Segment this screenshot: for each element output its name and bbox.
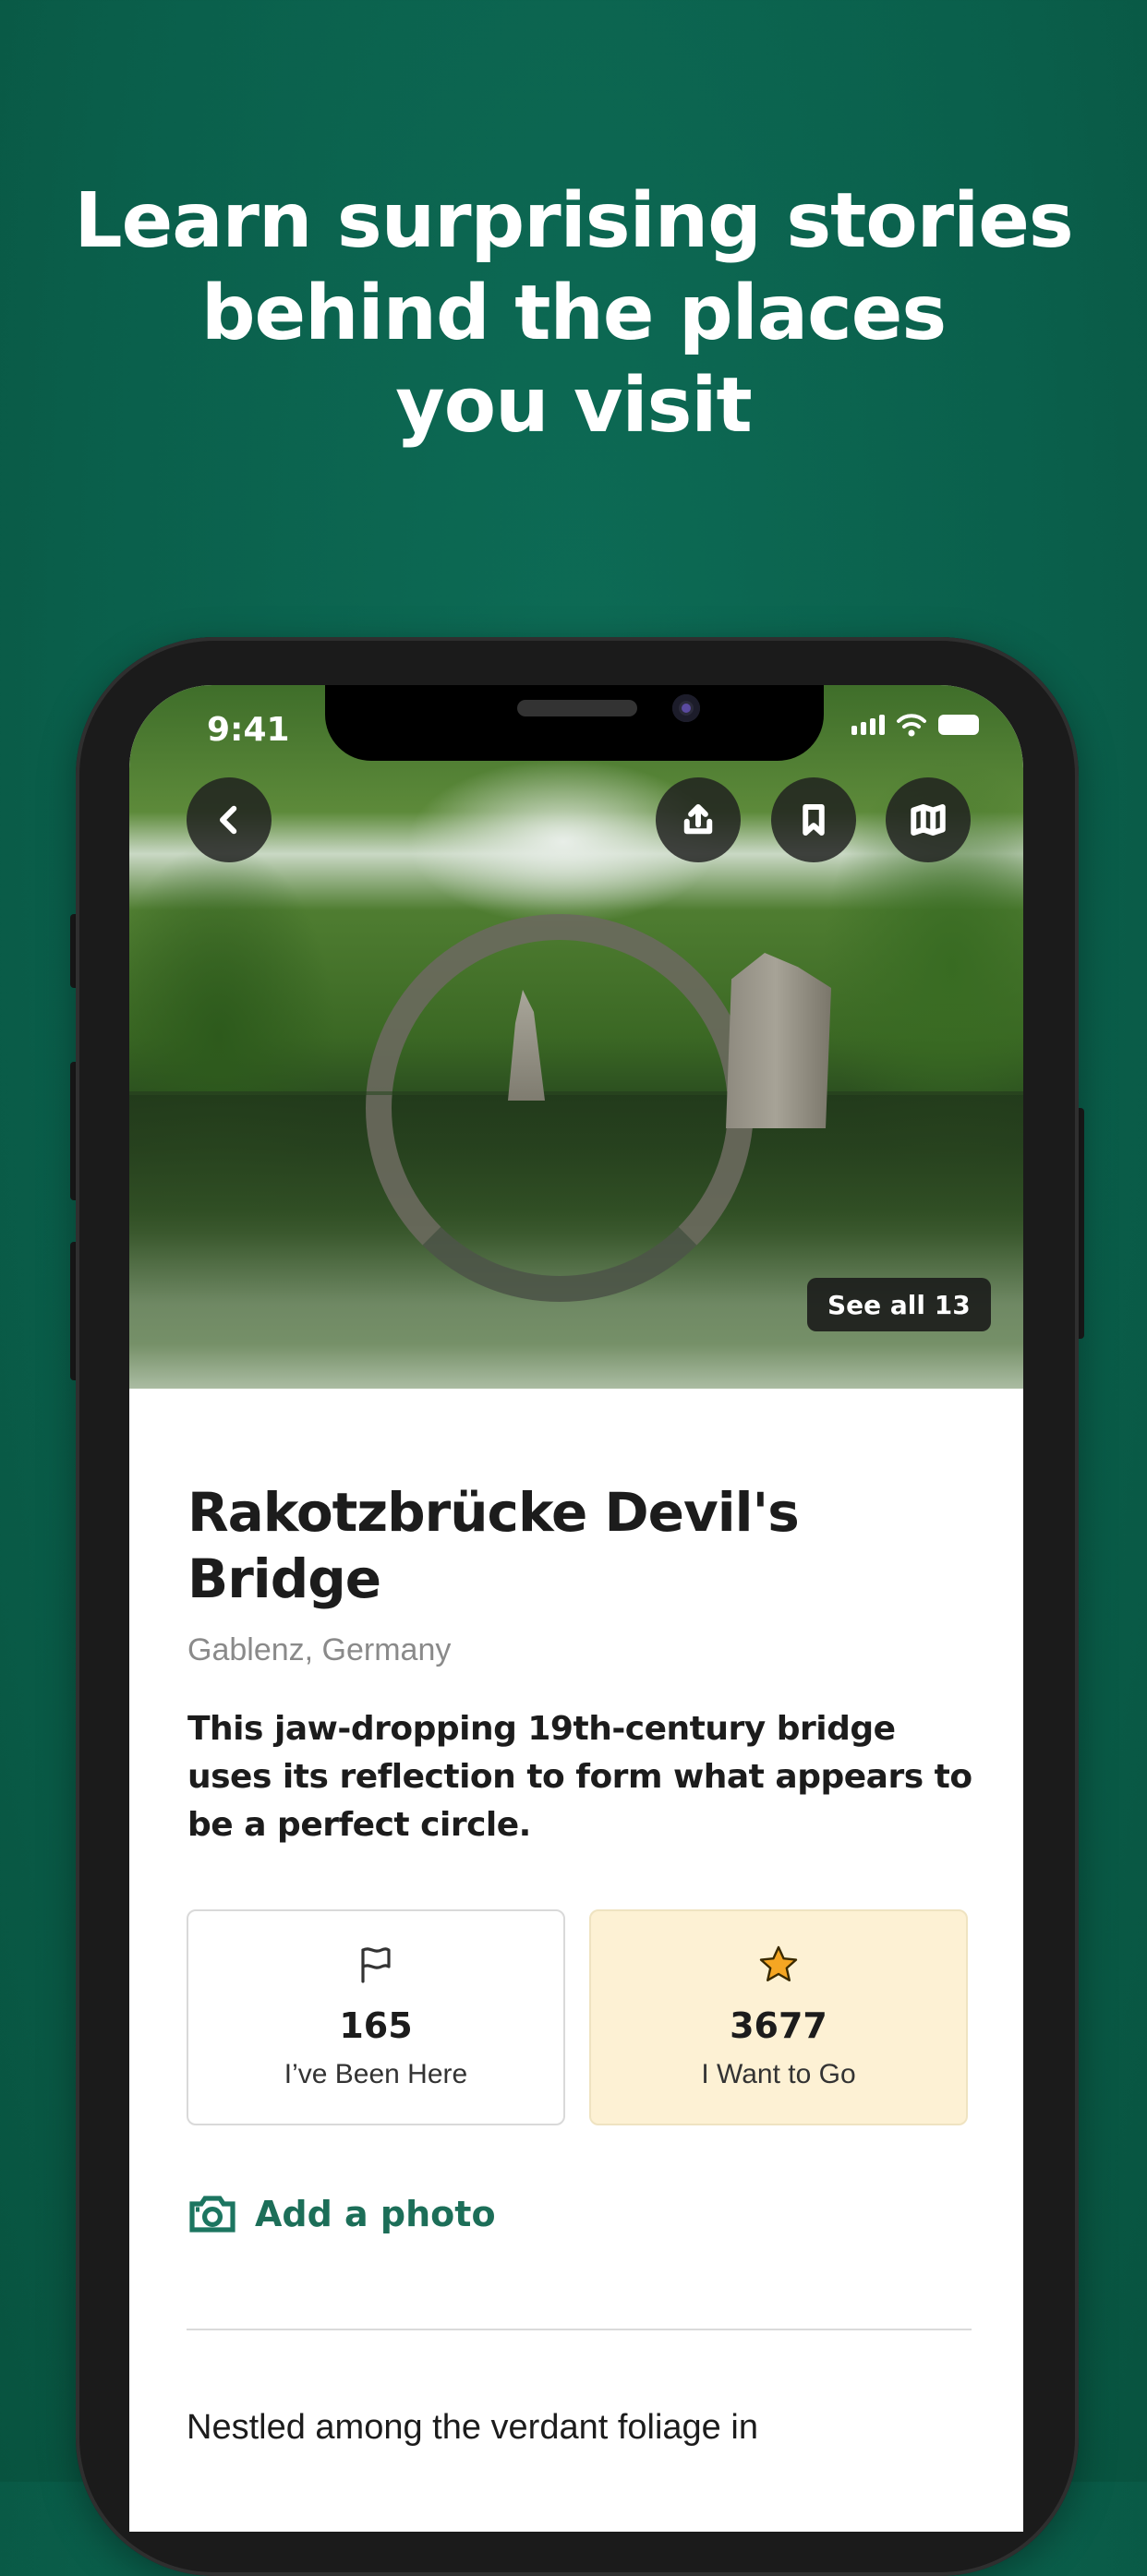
- visit-stats: 165 I’ve Been Here 3677 I Want to Go: [187, 1909, 972, 2125]
- headline-line-1: Learn surprising stories: [74, 177, 1073, 265]
- add-photo-button[interactable]: Add a photo: [188, 2194, 496, 2234]
- wifi-icon: [897, 714, 926, 737]
- battery-icon: [938, 715, 979, 735]
- share-button[interactable]: [656, 777, 741, 862]
- section-divider: [187, 2329, 972, 2330]
- place-description: Nestled among the verdant foliage in: [187, 2408, 758, 2447]
- back-button[interactable]: [187, 777, 272, 862]
- been-here-button[interactable]: 165 I’ve Been Here: [187, 1909, 565, 2125]
- bridge-arch: [366, 914, 754, 1302]
- flag-icon: [361, 1947, 391, 1983]
- phone-speaker: [517, 700, 637, 716]
- camera-icon: [189, 2196, 235, 2233]
- place-summary: This jaw-dropping 19th-century bridge us…: [187, 1710, 972, 1844]
- map-button[interactable]: [886, 777, 971, 862]
- bookmark-icon: [803, 804, 825, 836]
- status-time: 9:41: [207, 711, 290, 749]
- place-location[interactable]: Gablenz, Germany: [187, 1632, 972, 1668]
- want-to-go-label: I Want to Go: [701, 2059, 856, 2089]
- phone-screen: 9:41 See all 13 Rakotzbrücke Devil's Bri…: [129, 685, 1023, 2532]
- bookmark-button[interactable]: [771, 777, 856, 862]
- map-icon: [911, 804, 946, 836]
- front-camera: [672, 694, 700, 722]
- marketing-headline: Learn surprising stories behind the plac…: [0, 175, 1147, 452]
- star-icon: [759, 1945, 798, 1981]
- been-here-count: 165: [339, 2005, 413, 2046]
- share-icon: [683, 804, 713, 835]
- cellular-signal-icon: [851, 715, 885, 735]
- headline-line-2: behind the places: [200, 270, 947, 357]
- place-title: Rakotzbrücke Devil's Bridge: [187, 1481, 800, 1610]
- want-to-go-button[interactable]: 3677 I Want to Go: [589, 1909, 968, 2125]
- status-icons: [851, 713, 979, 737]
- phone-notch: [325, 685, 824, 761]
- basalt-pillar: [726, 953, 831, 1128]
- hero-photo[interactable]: 9:41 See all 13: [129, 685, 1023, 1389]
- see-all-photos-button[interactable]: See all 13: [807, 1278, 991, 1331]
- place-info: Rakotzbrücke Devil's Bridge Gablenz, Ger…: [187, 1479, 972, 1849]
- add-photo-label: Add a photo: [255, 2194, 496, 2234]
- been-here-label: I’ve Been Here: [284, 2059, 468, 2089]
- want-to-go-count: 3677: [730, 2005, 827, 2046]
- headline-line-3: you visit: [395, 362, 752, 450]
- back-icon: [220, 805, 237, 835]
- waterline: [129, 1091, 1023, 1095]
